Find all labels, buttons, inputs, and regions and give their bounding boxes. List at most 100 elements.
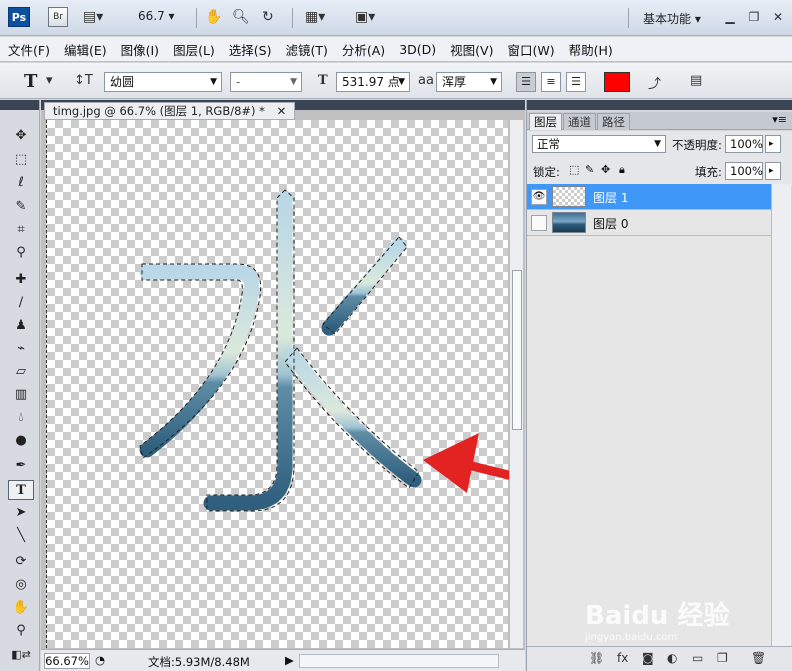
new-layer-icon[interactable]: ❐ — [717, 651, 728, 665]
menu-help[interactable]: 帮助(H) — [569, 40, 613, 59]
type-tool-icon[interactable]: T — [8, 480, 34, 500]
link-layers-icon[interactable]: ⛓ — [589, 651, 604, 665]
layers-list: 👁︎ 图层 1 图层 0 — [527, 184, 771, 654]
delete-layer-icon[interactable]: 🗑︎ — [751, 651, 766, 665]
menu-select[interactable]: 选择(S) — [229, 40, 272, 59]
menu-analysis[interactable]: 分析(A) — [342, 40, 385, 59]
dodge-tool-icon[interactable]: ● — [8, 431, 34, 451]
pen-tool-icon[interactable]: ✒ — [8, 456, 34, 476]
film-icon[interactable]: ▤▾ — [83, 8, 103, 26]
3d-orbit-tool-icon[interactable]: ◎ — [8, 575, 34, 595]
font-style-select[interactable]: - ▼ — [230, 72, 302, 92]
opacity-slider-button[interactable]: ▸ — [765, 135, 781, 153]
tool-preset-picker[interactable]: T — [24, 71, 37, 92]
clone-stamp-tool-icon[interactable]: ♟ — [8, 316, 34, 336]
canvas[interactable] — [46, 120, 509, 648]
new-group-icon[interactable]: ▭ — [692, 651, 703, 665]
document-size-info: 文档:5.93M/8.48M — [148, 655, 250, 669]
crop-tool-icon[interactable]: ⌗ — [8, 220, 34, 240]
layer-mask-icon[interactable]: ◙ — [642, 651, 654, 665]
text-orientation-icon[interactable]: ↕T — [74, 73, 93, 88]
line-tool-icon[interactable]: ╲ — [8, 526, 34, 546]
path-selection-tool-icon[interactable]: ➤ — [8, 503, 34, 523]
workspace-switcher[interactable]: 基本功能 ▾ — [643, 10, 701, 27]
rotate-view-icon[interactable]: ↻ — [262, 8, 274, 26]
antialias-label: aa — [418, 73, 434, 88]
status-info-icon[interactable]: ◔ — [95, 653, 105, 667]
align-left-button[interactable]: ☰ — [516, 72, 536, 92]
lock-all-icon[interactable]: 🔒︎ — [619, 163, 625, 177]
panel-menu-icon[interactable]: ▾≡ — [772, 113, 787, 126]
blend-row: 正常 ▼ 不透明度: 100% ▸ — [527, 131, 792, 159]
zoom-icon[interactable]: 🔍︎ — [232, 8, 250, 26]
blend-mode-select[interactable]: 正常 ▼ — [532, 135, 666, 153]
move-tool-icon[interactable]: ✥ — [8, 126, 34, 146]
marquee-tool-icon[interactable]: ⬚ — [8, 150, 34, 170]
layer-row-0[interactable]: 图层 0 — [527, 210, 771, 236]
baidu-jingyan-watermark: Baidu 经验 jingyan.baidu.com — [585, 601, 730, 643]
fill-input[interactable]: 100% — [725, 162, 763, 180]
menu-view[interactable]: 视图(V) — [450, 40, 493, 59]
document-tab[interactable]: timg.jpg @ 66.7% (图层 1, RGB/8#) * ✕ — [44, 102, 296, 120]
menu-filter[interactable]: 滤镜(T) — [285, 40, 327, 59]
lock-pixels-icon[interactable]: ✎ — [585, 163, 594, 176]
quick-select-tool-icon[interactable]: ✎ — [8, 197, 34, 217]
arrange-documents-icon[interactable]: ▦▾ — [305, 8, 325, 26]
healing-brush-tool-icon[interactable]: ✚ — [8, 270, 34, 290]
eye-icon[interactable]: 👁︎ — [531, 189, 547, 205]
fill-slider-button[interactable]: ▸ — [765, 162, 781, 180]
minimize-icon[interactable]: ▁ — [722, 9, 738, 25]
color-swap-icon[interactable]: ◧⇄ — [8, 645, 34, 665]
eyedropper-tool-icon[interactable]: ⚲ — [8, 243, 34, 263]
menu-file[interactable]: 文件(F) — [8, 40, 50, 59]
adjustment-layer-icon[interactable]: ◐ — [667, 651, 677, 665]
lasso-tool-icon[interactable]: ℓ — [8, 173, 34, 193]
font-family-select[interactable]: 幼圆 ▼ — [104, 72, 222, 92]
scroll-thumb[interactable] — [512, 270, 522, 430]
water-glyph — [139, 190, 422, 511]
zoom-tool-icon[interactable]: ⚲ — [8, 621, 34, 641]
tab-layers[interactable]: 图层 — [529, 113, 562, 130]
layer-row-1[interactable]: 👁︎ 图层 1 — [527, 184, 771, 210]
hand-tool-icon[interactable]: ✋ — [8, 598, 34, 618]
menu-window[interactable]: 窗口(W) — [507, 40, 554, 59]
visibility-toggle[interactable] — [531, 215, 547, 231]
zoom-field[interactable]: 66.67% — [44, 653, 90, 669]
menu-image[interactable]: 图像(I) — [121, 40, 159, 59]
menu-layer[interactable]: 图层(L) — [173, 40, 215, 59]
blur-tool-icon[interactable]: 💧︎ — [8, 408, 34, 428]
close-icon[interactable]: ✕ — [277, 104, 287, 118]
status-menu-arrow-icon[interactable]: ▶ — [285, 653, 294, 667]
history-brush-tool-icon[interactable]: ⌁ — [8, 339, 34, 359]
menu-3d[interactable]: 3D(D) — [399, 42, 436, 57]
3d-rotate-tool-icon[interactable]: ⟳ — [8, 552, 34, 572]
font-size-select[interactable]: 531.97 点 ▼ — [336, 72, 410, 92]
brush-tool-icon[interactable]: ∕ — [8, 293, 34, 313]
gradient-tool-icon[interactable]: ▥ — [8, 385, 34, 405]
eraser-tool-icon[interactable]: ▱ — [8, 362, 34, 382]
lock-transparency-icon[interactable]: ⬚ — [569, 163, 579, 176]
tab-channels[interactable]: 通道 — [563, 113, 596, 130]
antialias-select[interactable]: 浑厚 ▼ — [436, 72, 502, 92]
text-color-swatch[interactable] — [604, 72, 630, 92]
zoom-level-select[interactable]: 66.7 ▾ — [138, 9, 175, 23]
align-center-button[interactable]: ≡ — [541, 72, 561, 92]
hand-icon[interactable]: ✋ — [205, 8, 222, 26]
layers-scrollbar[interactable] — [771, 184, 791, 654]
restore-icon[interactable]: ❐ — [746, 9, 762, 25]
character-panel-icon[interactable]: ▤ — [690, 73, 702, 88]
warp-text-icon[interactable]: ⤴ — [648, 73, 661, 92]
lock-position-icon[interactable]: ✥ — [601, 163, 610, 176]
bridge-button[interactable]: Br — [48, 7, 68, 27]
screen-mode-icon[interactable]: ▣▾ — [355, 8, 375, 26]
close-icon[interactable]: ✕ — [770, 9, 786, 25]
horizontal-scrollbar[interactable] — [299, 654, 499, 668]
layer-style-icon[interactable]: fx — [617, 651, 628, 665]
menu-edit[interactable]: 编辑(E) — [64, 40, 107, 59]
opacity-input[interactable]: 100% — [725, 135, 763, 153]
tab-paths[interactable]: 路径 — [597, 113, 630, 130]
align-right-button[interactable]: ☰ — [566, 72, 586, 92]
lock-row: 锁定: ⬚ ✎ ✥ 🔒︎ 填充: 100% ▸ — [527, 158, 792, 186]
vertical-scrollbar[interactable] — [509, 120, 523, 648]
chevron-down-icon[interactable]: ▾ — [46, 73, 53, 88]
